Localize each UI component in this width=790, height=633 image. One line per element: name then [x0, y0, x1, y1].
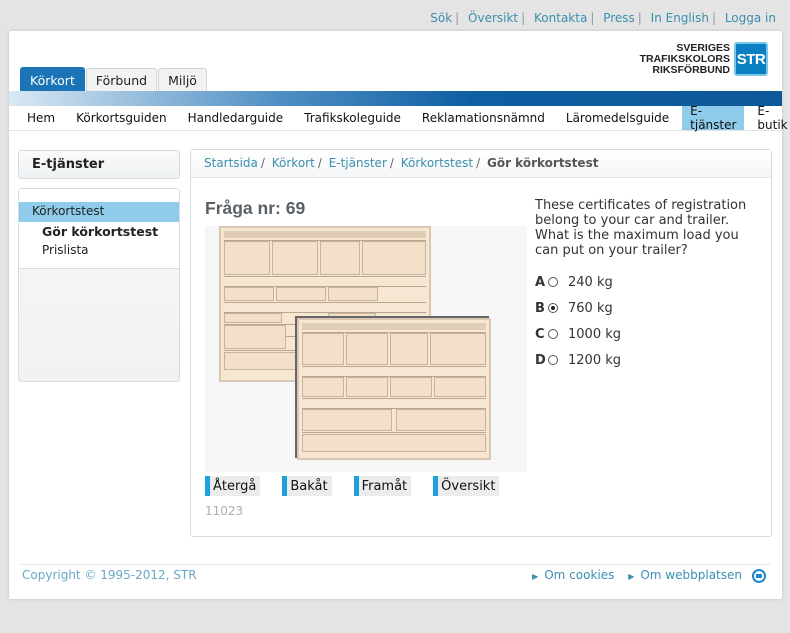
navigation-buttons: Återgå Bakåt Framåt Översikt: [205, 476, 521, 496]
radio-d[interactable]: [548, 355, 558, 365]
trailer-certificate: [297, 318, 491, 460]
support-icon[interactable]: [752, 569, 766, 583]
page-frame: SVERIGES TRAFIKSKOLORS RIKSFÖRBUND STR K…: [9, 31, 788, 599]
sidebar-menu: Körkortstest Gör körkortstest Prislista: [18, 188, 180, 382]
link-oversikt[interactable]: Översikt: [468, 11, 518, 25]
logo-line-1: SVERIGES: [676, 41, 730, 54]
radio-a[interactable]: [548, 277, 558, 287]
nav-korkortsguiden[interactable]: Körkortsguiden: [68, 106, 174, 130]
option-text: 760 kg: [568, 300, 613, 316]
tab-forbund[interactable]: Förbund: [85, 68, 158, 92]
question-text: These certificates of registration belon…: [535, 198, 747, 258]
main-nav: Hem Körkortsguiden Handledarguide Trafik…: [9, 104, 788, 132]
breadcrumb-e-tjanster[interactable]: E-tjänster: [329, 156, 387, 170]
footer-links: ▶ Om cookies ▶ Om webbplatsen: [522, 568, 742, 582]
return-button[interactable]: Återgå: [205, 476, 261, 496]
breadcrumb-startsida[interactable]: Startsida: [204, 156, 258, 170]
sidebar-item-korkortstest[interactable]: Körkortstest: [19, 202, 179, 222]
footer-divider: [21, 564, 770, 565]
breadcrumb-current: Gör körkortstest: [486, 156, 599, 170]
link-logga-in[interactable]: Logga in: [725, 11, 776, 25]
logo-line-2: TRAFIKSKOLORS: [639, 52, 730, 65]
option-d[interactable]: D 1200 kg: [535, 347, 621, 373]
arrow-icon: ▶: [532, 572, 539, 581]
question-number: Fråga nr: 69: [205, 198, 306, 218]
breadcrumb: Startsida / Körkort / E-tjänster / Körkorts…: [191, 150, 771, 178]
question-code: 11023: [205, 504, 244, 518]
sidebar-item-gor-korkortstest[interactable]: Gör körkortstest: [19, 222, 179, 240]
registration-certificates-image: [205, 226, 527, 472]
radio-c[interactable]: [548, 329, 558, 339]
logo-badge: STR: [734, 42, 768, 76]
logo-line-3: RIKSFÖRBUND: [652, 63, 730, 76]
main-content: Startsida / Körkort / E-tjänster / Körkorts…: [190, 149, 772, 537]
option-c[interactable]: C 1000 kg: [535, 321, 621, 347]
nav-laromedelsguide[interactable]: Läromedelsguide: [558, 106, 677, 130]
arrow-icon: ▶: [628, 572, 635, 581]
tab-korkort[interactable]: Körkort: [20, 67, 85, 92]
option-letter: C: [535, 326, 545, 342]
overview-button[interactable]: Översikt: [433, 476, 500, 496]
option-text: 1200 kg: [568, 352, 621, 368]
copyright: Copyright © 1995-2012, STR: [22, 568, 197, 582]
option-letter: B: [535, 300, 545, 316]
str-logo[interactable]: SVERIGES TRAFIKSKOLORS RIKSFÖRBUND STR: [640, 41, 768, 77]
main-tabs: Körkort Förbund Miljö: [20, 67, 208, 92]
next-button[interactable]: Framåt: [353, 476, 412, 496]
link-kontakta[interactable]: Kontakta: [534, 11, 587, 25]
nav-e-tjanster[interactable]: E-tjänster: [682, 104, 745, 132]
option-a[interactable]: A 240 kg: [535, 269, 621, 295]
previous-button[interactable]: Bakåt: [282, 476, 332, 496]
nav-handledarguide[interactable]: Handledarguide: [180, 106, 292, 130]
radio-b[interactable]: [548, 303, 558, 313]
answer-options: A 240 kg B 760 kg C 1000 kg D 1200 kg: [535, 269, 621, 373]
nav-reklamationsnamnd[interactable]: Reklamationsnämnd: [414, 106, 553, 130]
nav-hem[interactable]: Hem: [19, 106, 63, 130]
breadcrumb-korkort[interactable]: Körkort: [272, 156, 315, 170]
nav-trafikskoleguide[interactable]: Trafikskoleguide: [296, 106, 409, 130]
link-press[interactable]: Press: [603, 11, 635, 25]
option-text: 1000 kg: [568, 326, 621, 342]
link-om-webbplatsen[interactable]: Om webbplatsen: [640, 568, 742, 582]
option-text: 240 kg: [568, 274, 613, 290]
link-sok[interactable]: Sök: [430, 11, 452, 25]
link-in-english[interactable]: In English: [651, 11, 709, 25]
nav-e-butik[interactable]: E-butik: [749, 104, 790, 132]
option-letter: A: [535, 274, 546, 290]
option-b[interactable]: B 760 kg: [535, 295, 621, 321]
breadcrumb-korkortstest[interactable]: Körkortstest: [401, 156, 473, 170]
top-links: Sök | Översikt | Kontakta | Press | In Engli…: [430, 11, 776, 25]
header-band: [9, 91, 782, 106]
sidebar-title: E-tjänster: [18, 150, 180, 179]
option-letter: D: [535, 352, 546, 368]
tab-miljo[interactable]: Miljö: [158, 68, 207, 92]
sidebar-item-prislista[interactable]: Prislista: [19, 240, 179, 258]
link-om-cookies[interactable]: Om cookies: [544, 568, 614, 582]
